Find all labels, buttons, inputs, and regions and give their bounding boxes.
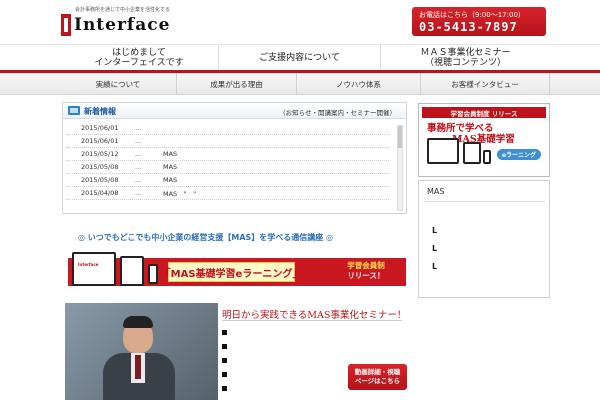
banner-title: 「MAS基礎学習eラーニング」 (161, 262, 302, 282)
site-logo[interactable]: 会計事務所を通じて中小企業を活性化する Interface (61, 6, 191, 38)
tablet-icon (463, 142, 481, 164)
laptop-icon: Interface (72, 252, 116, 286)
bullet-square-icon (222, 330, 227, 335)
news-subtitle: （お知らせ・開講案内・セミナー開催） (279, 109, 396, 117)
elearning-banner[interactable]: Interface 「MAS基礎学習eラーニング」 学習会員制 リリース！ (68, 246, 406, 296)
divider (425, 201, 545, 202)
news-dots: ... (135, 150, 142, 158)
elearning-intro-link[interactable]: ◎ いつでもどこでも中小企業の経営支援【MAS】を学べる通信講座 ◎ (78, 232, 333, 243)
list-item[interactable]: 2015/06/01 ... (67, 122, 389, 135)
list-item[interactable]: 2015/05/08 ... MAS (67, 161, 389, 174)
news-date: 2015/05/08 (81, 163, 119, 171)
seminar-detail-button[interactable]: 動画詳細・視聴 ページはこちら (348, 364, 407, 390)
sub-nav: 実績について 成果が出る理由 ノウハウ体系 お客様インタビュー (0, 73, 600, 95)
button-label: 動画詳細・視聴 (354, 368, 401, 376)
news-title: 新着情報 (84, 107, 116, 116)
nav-label: インターフェイスです (94, 58, 184, 68)
bullet-square-icon (222, 386, 227, 391)
sidebar-mas-box: MAS L L L (418, 180, 550, 298)
nav-label: ご支援内容について (259, 53, 340, 63)
subnav-item-interviews[interactable]: お客様インタビュー (420, 73, 550, 95)
news-date: 2015/05/08 (81, 176, 119, 184)
sidebar-box-title: MAS (427, 187, 445, 196)
news-date: 2015/04/08 (81, 189, 119, 197)
main-nav: はじめまして インターフェイスです ご支援内容について ＭＡＳ事業化セミナー （… (0, 44, 600, 71)
monitor-icon (68, 106, 80, 115)
news-header: 新着情報 （お知らせ・開講案内・セミナー開催） (63, 103, 406, 119)
banner-side-line: 学習会員制 (347, 261, 385, 270)
bullet-square-icon (222, 372, 227, 377)
nav-item-about[interactable]: はじめまして インターフェイスです (60, 45, 218, 71)
sidebar-elearning-banner[interactable]: 学習会員制度 リリース 事務所で学べる MAS基礎学習 eラーニング (418, 103, 550, 177)
news-text: MAS (163, 163, 178, 171)
list-item[interactable]: 2015/04/08 ... MAS " " (67, 187, 389, 200)
logo-mark-icon (61, 14, 71, 36)
sidebar-link-item[interactable]: L (432, 262, 437, 271)
news-text: MAS (163, 150, 178, 158)
seminar-video[interactable] (65, 303, 218, 400)
subnav-item-reasons[interactable]: 成果が出る理由 (176, 73, 296, 95)
news-dots: ... (135, 189, 142, 197)
list-item[interactable]: 2015/06/01 ... (67, 135, 389, 148)
news-date: 2015/05/12 (81, 150, 119, 158)
list-item[interactable]: 2015/05/12 ... MAS (67, 148, 389, 161)
banner-line: MAS基礎学習 (452, 134, 515, 145)
elearning-pill: eラーニング (497, 149, 541, 160)
device-logo: Interface (78, 262, 99, 267)
nav-label: ＭＡＳ事業化セミナー (420, 48, 511, 58)
nav-label: はじめまして (112, 48, 166, 58)
news-text: MAS " " (163, 190, 197, 198)
news-dots: ... (135, 163, 142, 171)
news-dots: ... (135, 137, 142, 145)
list-item[interactable]: 2015/05/08 ... MAS (67, 174, 389, 187)
contact-hours-label: お電話はこちら（9:00〜17:00） (419, 11, 525, 19)
phone-contact-button[interactable]: お電話はこちら（9:00〜17:00） 03-5413-7897 (412, 7, 546, 36)
nav-item-support[interactable]: ご支援内容について (218, 45, 380, 71)
seminar-section: 明日から実践できるMAS事業化セミナー！ 動画詳細・視聴 ページはこちら (62, 303, 407, 400)
subnav-item-results[interactable]: 実績について (60, 73, 176, 95)
bullet-square-icon (222, 344, 227, 349)
banner-side-line: リリース！ (347, 271, 385, 280)
button-label: ページはこちら (354, 377, 401, 385)
news-list: 2015/06/01 ... 2015/06/01 ... 2015/05/12… (67, 122, 389, 200)
news-panel: 新着情報 （お知らせ・開講案内・セミナー開催） 2015/06/01 ... 2… (62, 102, 407, 214)
nav-label: （視聴コンテンツ） (424, 58, 506, 68)
news-scrollbar[interactable] (397, 125, 403, 211)
phone-number: 03-5413-7897 (419, 20, 518, 34)
divider (222, 320, 402, 321)
scrollbar-thumb[interactable] (398, 126, 402, 148)
subnav-item-knowhow[interactable]: ノウハウ体系 (296, 73, 420, 95)
laptop-icon (427, 138, 459, 164)
news-dots: ... (135, 176, 142, 184)
phone-icon (148, 264, 158, 284)
news-text: MAS (163, 176, 178, 184)
bullet-square-icon (222, 358, 227, 363)
sidebar-link-item[interactable]: L (432, 226, 437, 235)
logo-text: Interface (74, 15, 171, 35)
tablet-icon (120, 256, 144, 286)
news-date: 2015/06/01 (81, 137, 119, 145)
news-dots: ... (135, 124, 142, 132)
nav-item-seminar[interactable]: ＭＡＳ事業化セミナー （視聴コンテンツ） (380, 45, 550, 71)
sidebar-link-item[interactable]: L (432, 244, 437, 253)
phone-icon (483, 150, 491, 164)
banner-top-label: 学習会員制度 リリース (422, 107, 546, 118)
banner-side-text: 学習会員制 リリース！ (336, 261, 396, 281)
news-date: 2015/06/01 (81, 124, 119, 132)
logo-tagline: 会計事務所を通じて中小企業を活性化する (75, 7, 171, 13)
site-header: 会計事務所を通じて中小企業を活性化する Interface お電話はこちら（9:… (0, 0, 600, 44)
seminar-heading: 明日から実践できるMAS事業化セミナー！ (222, 310, 407, 321)
